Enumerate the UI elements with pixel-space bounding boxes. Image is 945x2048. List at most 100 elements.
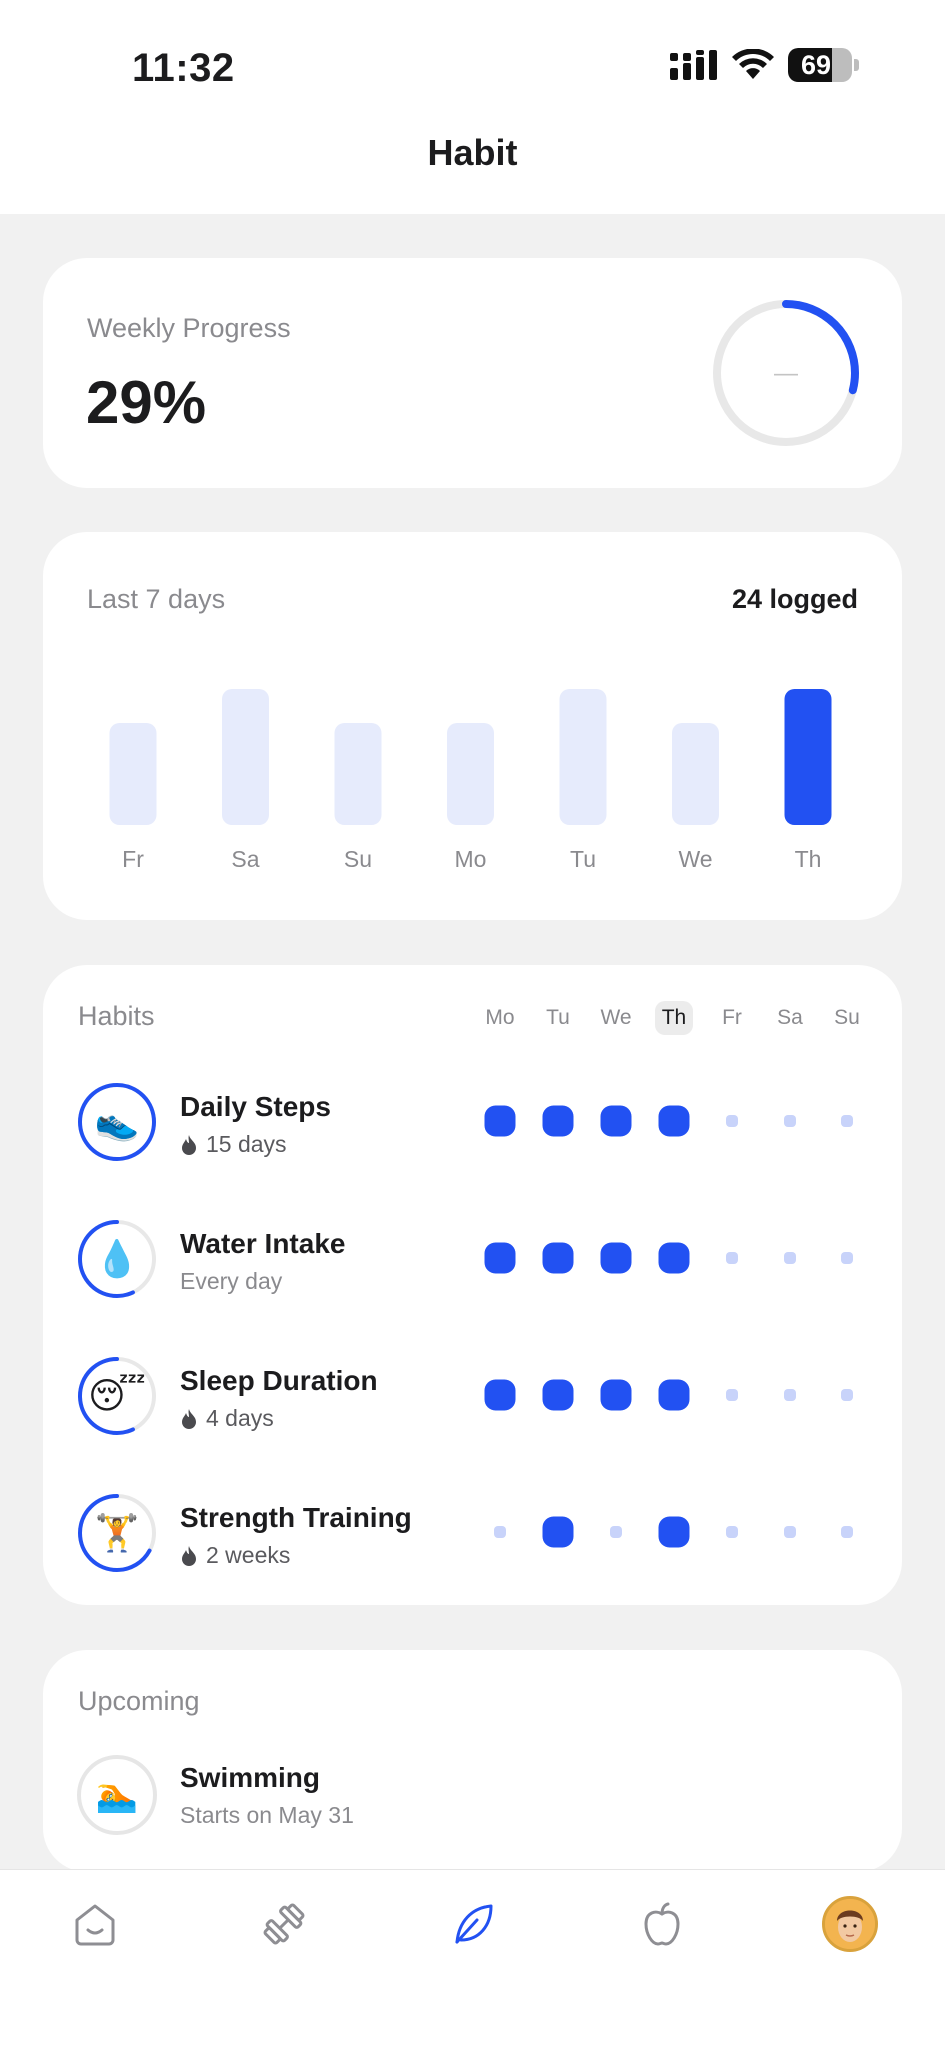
day-dot-fr[interactable]	[726, 1526, 738, 1538]
battery-percent: 69	[800, 49, 832, 80]
habit-row-strength-training[interactable]: 🏋️ Strength Training 2 weeks	[43, 1482, 902, 1582]
sneaker-icon: 👟	[94, 1101, 140, 1142]
habit-streak-text: 4 days	[206, 1405, 274, 1431]
day-dot-we[interactable]	[610, 1526, 622, 1538]
day-dot-sa[interactable]	[784, 1115, 796, 1127]
bar-su	[334, 723, 382, 825]
habit-streak: 15 days	[180, 1131, 287, 1158]
habit-row-sleep-duration[interactable]: 😴 Sleep Duration 4 days	[43, 1345, 902, 1445]
upcoming-habit-start: Starts on May 31	[180, 1802, 354, 1828]
day-dot-we[interactable]	[600, 1379, 632, 1411]
habits-card: Habits Mo Tu We Th Fr Sa Su 👟 Daily Steps 15 days…	[43, 965, 902, 1605]
upcoming-card: Upcoming 🏊 Swimming Starts on May 31	[43, 1650, 902, 1872]
day-dot-we[interactable]	[600, 1105, 632, 1137]
flame-icon	[182, 1408, 196, 1429]
bar-label: Mo	[455, 846, 487, 872]
habit-streak: 2 weeks	[180, 1542, 290, 1569]
habit-streak-text: 15 days	[206, 1131, 287, 1157]
day-header-tu: Tu	[546, 1006, 570, 1029]
status-bar: 11:32 69	[0, 0, 945, 110]
home-tab[interactable]	[55, 1884, 135, 1964]
bar-we	[672, 723, 719, 825]
day-dot-su[interactable]	[841, 1252, 853, 1264]
habit-name: Water Intake	[180, 1228, 346, 1259]
day-dot-we[interactable]	[600, 1242, 632, 1274]
flame-icon	[182, 1545, 196, 1566]
day-dot-sa[interactable]	[784, 1252, 796, 1264]
habit-streak-text: Every day	[180, 1268, 283, 1294]
bar-mo	[447, 723, 494, 825]
profile-tab[interactable]	[810, 1884, 890, 1964]
habit-name: Strength Training	[180, 1502, 412, 1533]
day-dot-fr[interactable]	[726, 1115, 738, 1127]
bar-label: Sa	[231, 846, 259, 872]
nav-header: Habit	[0, 110, 945, 214]
day-dot-tu[interactable]	[542, 1242, 574, 1274]
day-header-fr: Fr	[722, 1006, 742, 1029]
day-header-sa: Sa	[777, 1006, 803, 1029]
bar-label: We	[678, 846, 712, 872]
habit-row-water-intake[interactable]: 💧 Water Intake Every day	[43, 1208, 902, 1308]
wifi-icon	[732, 49, 774, 79]
droplet-icon: 💧	[94, 1238, 140, 1279]
bar-fr	[109, 723, 157, 825]
page-title: Habit	[427, 132, 518, 173]
status-time: 11:32	[132, 46, 235, 90]
habits-title: Habits	[78, 1001, 155, 1031]
tab-bar	[0, 1869, 945, 2048]
home-icon	[75, 1904, 115, 1946]
apple-icon	[644, 1902, 680, 1946]
day-dot-sa[interactable]	[784, 1389, 796, 1401]
dumbbell-icon	[263, 1903, 305, 1945]
day-dot-th[interactable]	[658, 1242, 690, 1274]
habit-name: Sleep Duration	[180, 1365, 378, 1396]
day-header-su: Su	[834, 1006, 860, 1029]
day-header-we: We	[600, 1006, 632, 1029]
day-dot-fr[interactable]	[726, 1252, 738, 1264]
day-dot-mo[interactable]	[484, 1105, 516, 1137]
battery-icon: 69	[788, 48, 852, 82]
upcoming-habit-name[interactable]: Swimming	[180, 1762, 320, 1794]
day-dot-th[interactable]	[658, 1105, 690, 1137]
day-dot-tu[interactable]	[542, 1516, 574, 1548]
weekly-progress-label: Weekly Progress	[87, 313, 291, 343]
status-icons: 69	[670, 48, 859, 82]
bar-label: Fr	[122, 846, 144, 872]
last-7-days-card[interactable]: Last 7 days 24 logged Fr Sa Su Mo Tu We Th	[43, 532, 902, 920]
day-dot-mo[interactable]	[494, 1526, 506, 1538]
day-dot-th[interactable]	[658, 1516, 690, 1548]
upcoming-title: Upcoming	[78, 1686, 200, 1716]
day-dot-su[interactable]	[841, 1115, 853, 1127]
bar-sa	[222, 689, 269, 825]
habit-name: Daily Steps	[180, 1091, 331, 1122]
habit-streak-text: 2 weeks	[206, 1542, 291, 1568]
day-dot-mo[interactable]	[484, 1242, 516, 1274]
day-dot-tu[interactable]	[542, 1379, 574, 1411]
day-dot-su[interactable]	[841, 1389, 853, 1401]
bar-label: Su	[344, 846, 372, 872]
habit-row-daily-steps[interactable]: 👟 Daily Steps 15 days	[43, 1071, 902, 1171]
day-dot-th[interactable]	[658, 1379, 690, 1411]
day-header-mo: Mo	[485, 1006, 515, 1029]
last-7-days-chart: Fr Sa Su Mo Tu We Th	[109, 689, 832, 872]
nutrition-tab[interactable]	[622, 1884, 702, 1964]
day-dot-mo[interactable]	[484, 1379, 516, 1411]
day-dot-tu[interactable]	[542, 1105, 574, 1137]
habit-tab[interactable]	[433, 1884, 513, 1964]
weightlifter-icon: 🏋️	[94, 1512, 140, 1553]
workout-tab[interactable]	[244, 1884, 324, 1964]
avatar-icon	[822, 1896, 878, 1952]
swimmer-icon[interactable]: 🏊	[77, 1755, 157, 1835]
bar-label: Th	[795, 846, 822, 872]
day-dot-sa[interactable]	[784, 1526, 796, 1538]
weekly-progress-value: 29%	[86, 369, 207, 436]
bar-label: Tu	[570, 846, 596, 872]
day-header-th: Th	[655, 1001, 693, 1035]
day-dot-fr[interactable]	[726, 1389, 738, 1401]
flame-icon	[182, 1134, 196, 1155]
habit-streak: Every day	[180, 1268, 282, 1295]
habit-streak: 4 days	[180, 1405, 274, 1432]
weekly-progress-card[interactable]: Weekly Progress 29% —	[43, 258, 902, 488]
ring-center-dash: —	[774, 360, 798, 387]
day-dot-su[interactable]	[841, 1526, 853, 1538]
